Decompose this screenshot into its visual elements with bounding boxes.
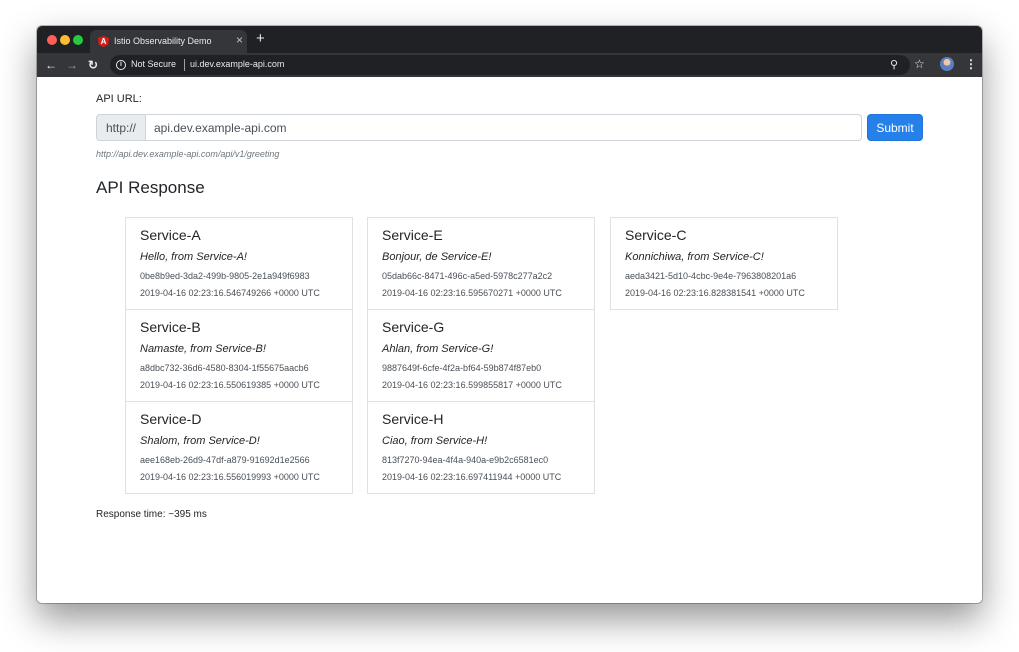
address-divider	[184, 59, 185, 71]
response-time-text: Response time: ~395 ms	[96, 509, 207, 520]
protocol-prefix: http://	[96, 114, 146, 141]
page-content: API URL: http:// Submit http://api.dev.e…	[37, 77, 982, 603]
service-timestamp: 2019-04-16 02:23:16.550619385 +0000 UTC	[140, 380, 320, 390]
service-message: Hello, from Service-A!	[140, 251, 247, 263]
service-timestamp: 2019-04-16 02:23:16.556019993 +0000 UTC	[140, 472, 320, 482]
kebab-menu-icon[interactable]: ⋮	[965, 56, 977, 72]
service-card-g: Service-G Ahlan, from Service-G! 9887649…	[367, 309, 595, 402]
service-name: Service-G	[382, 319, 445, 335]
service-id: aee168eb-26d9-47df-a879-91692d1e2566	[140, 455, 310, 465]
service-name: Service-H	[382, 411, 444, 427]
api-response-heading: API Response	[96, 178, 205, 197]
back-icon[interactable]: ←	[45, 57, 57, 73]
service-message: Bonjour, de Service-E!	[382, 251, 492, 263]
full-url-hint: http://api.dev.example-api.com/api/v1/gr…	[96, 149, 280, 159]
service-id: 813f7270-94ea-4f4a-940a-e9b2c6581ec0	[382, 455, 549, 465]
service-card-h: Service-H Ciao, from Service-H! 813f7270…	[367, 401, 595, 494]
service-card-d: Service-D Shalom, from Service-D! aee168…	[125, 401, 353, 494]
service-id: 05dab66c-8471-496c-a5ed-5978c277a2c2	[382, 271, 553, 281]
service-timestamp: 2019-04-16 02:23:16.595670271 +0000 UTC	[382, 288, 562, 298]
tab-strip: A Istio Observability Demo × +	[37, 26, 982, 53]
api-url-input-group: http://	[96, 114, 862, 141]
service-card-c: Service-C Konnichiwa, from Service-C! ae…	[610, 217, 838, 310]
service-id: aeda3421-5d10-4cbc-9e4e-7963808201a6	[625, 271, 797, 281]
service-id: a8dbc732-36d6-4580-8304-1f55675aacb6	[140, 363, 309, 373]
service-id: 9887649f-6cfe-4f2a-bf64-59b874f87eb0	[382, 363, 542, 373]
api-url-input[interactable]	[146, 114, 862, 141]
new-tab-icon[interactable]: +	[256, 31, 265, 47]
profile-avatar[interactable]	[940, 57, 954, 71]
bookmark-star-icon[interactable]: ☆	[914, 56, 925, 72]
address-bar[interactable]: i Not Secure ui.dev.example-api.com ⚲	[110, 55, 910, 75]
service-message: Ciao, from Service-H!	[382, 435, 488, 447]
reload-icon[interactable]: ↻	[88, 57, 98, 73]
service-id: 0be8b9ed-3da2-499b-9805-2e1a949f6983	[140, 271, 310, 281]
service-name: Service-E	[382, 227, 443, 243]
tab-istio-demo[interactable]: A Istio Observability Demo ×	[90, 30, 247, 53]
service-timestamp: 2019-04-16 02:23:16.828381541 +0000 UTC	[625, 288, 805, 298]
forward-icon[interactable]: →	[66, 57, 78, 73]
tab-title: Istio Observability Demo	[114, 36, 212, 46]
browser-toolbar: ← → ↻ i Not Secure ui.dev.example-api.co…	[37, 53, 982, 77]
window-minimize-button[interactable]	[60, 35, 70, 45]
service-timestamp: 2019-04-16 02:23:16.599855817 +0000 UTC	[382, 380, 562, 390]
zoom-icon[interactable]: ⚲	[890, 58, 898, 72]
service-message: Ahlan, from Service-G!	[382, 343, 494, 355]
tab-close-icon[interactable]: ×	[236, 33, 243, 47]
angular-favicon-icon: A	[98, 36, 109, 47]
service-card-a: Service-A Hello, from Service-A! 0be8b9e…	[125, 217, 353, 310]
service-name: Service-C	[625, 227, 687, 243]
window-maximize-button[interactable]	[73, 35, 83, 45]
window-close-button[interactable]	[47, 35, 57, 45]
api-url-label: API URL:	[96, 93, 142, 105]
security-label[interactable]: Not Secure	[131, 59, 176, 69]
service-name: Service-D	[140, 411, 202, 427]
browser-window: A Istio Observability Demo × + ← → ↻ i N…	[37, 26, 982, 603]
service-message: Shalom, from Service-D!	[140, 435, 260, 447]
address-url[interactable]: ui.dev.example-api.com	[190, 59, 284, 69]
service-card-e: Service-E Bonjour, de Service-E! 05dab66…	[367, 217, 595, 310]
service-timestamp: 2019-04-16 02:23:16.697411944 +0000 UTC	[382, 472, 562, 482]
service-name: Service-A	[140, 227, 201, 243]
service-message: Namaste, from Service-B!	[140, 343, 266, 355]
info-icon[interactable]: i	[116, 60, 126, 70]
submit-button[interactable]: Submit	[867, 114, 923, 141]
service-card-b: Service-B Namaste, from Service-B! a8dbc…	[125, 309, 353, 402]
service-message: Konnichiwa, from Service-C!	[625, 251, 764, 263]
service-name: Service-B	[140, 319, 201, 335]
service-timestamp: 2019-04-16 02:23:16.546749266 +0000 UTC	[140, 288, 320, 298]
